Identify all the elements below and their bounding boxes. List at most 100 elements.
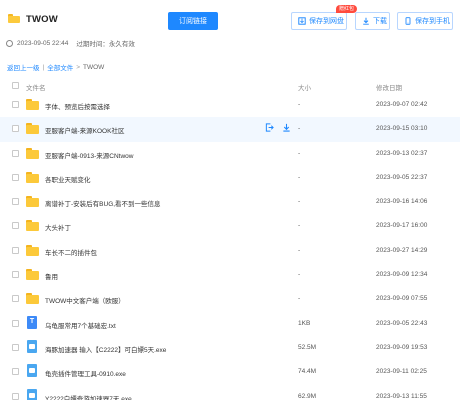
row-checkbox[interactable]	[12, 271, 19, 279]
file-date: 2023-09-05 22:37	[376, 173, 428, 181]
expire-time: 过期时间：永久有效	[76, 41, 135, 48]
file-name[interactable]: 乌龟服常用7个基础宏.txt	[45, 320, 116, 330]
row-download-icon[interactable]	[282, 123, 291, 132]
row-checkbox[interactable]	[12, 319, 19, 327]
folder-icon	[26, 196, 39, 208]
file-size: -	[298, 173, 301, 181]
save-to-cloud-label: 保存到网盘	[309, 18, 344, 25]
share-meta: 2023-09-05 22:44 过期时间：永久有效	[6, 38, 135, 48]
column-size[interactable]: 大小	[298, 82, 311, 92]
current-folder: TWOW	[83, 63, 105, 71]
table-row[interactable]: TWOW中文客户端（欧服） - 2023-09-09 07:55	[0, 287, 460, 311]
file-name[interactable]: 鲁用	[45, 271, 58, 281]
download-icon	[363, 17, 369, 25]
file-name[interactable]: 各职业天赋变化	[45, 174, 91, 184]
file-name[interactable]: 亚服客户端-来源KOOK社区	[45, 125, 124, 135]
row-checkbox[interactable]	[12, 246, 19, 254]
folder-icon	[26, 123, 39, 135]
file-date: 2023-09-13 02:37	[376, 149, 428, 157]
table-row[interactable]: 乌龟服常用7个基础宏.txt 1KB 2023-09-05 22:43	[0, 312, 460, 336]
row-checkbox[interactable]	[12, 173, 19, 181]
file-name[interactable]: 车长不二的插件包	[45, 247, 97, 257]
row-checkbox[interactable]	[12, 368, 19, 376]
table-row[interactable]: 亚服客户端-0913-来源CNtwow - 2023-09-13 02:37	[0, 142, 460, 166]
folder-icon	[26, 244, 39, 256]
table-row[interactable]: 离谱补丁-安装后有BUG,看不到一些信息 - 2023-09-16 14:06	[0, 190, 460, 214]
table-row[interactable]: 海豚加速器 输入【C2222】可白嫖5天.exe 52.5M 2023-09-09 …	[0, 336, 460, 360]
promo-badge: 赠红包	[336, 5, 358, 13]
phone-icon	[405, 17, 411, 25]
share-title: TWOW	[26, 14, 58, 25]
file-date: 2023-09-27 14:29	[376, 246, 428, 254]
column-name[interactable]: 文件名	[26, 82, 46, 92]
table-row[interactable]: 亚服客户端-来源KOOK社区 - 2023-09-15 03:10	[0, 117, 460, 142]
row-checkbox[interactable]	[12, 149, 19, 157]
file-list: 字体、预览后按需选择 - 2023-09-07 02:42 亚服客户端-来源KOOK社…	[0, 93, 460, 400]
file-name[interactable]: TWOW中文客户端（欧服）	[45, 295, 125, 305]
exe-file-icon	[27, 364, 37, 378]
folder-icon	[26, 99, 39, 110]
save-to-phone-button[interactable]: 保存到手机	[397, 12, 453, 30]
download-button[interactable]: 下载	[355, 12, 390, 30]
folder-icon	[8, 14, 20, 23]
file-size: -	[298, 295, 301, 303]
table-row[interactable]: 鲁用 - 2023-09-09 12:34	[0, 263, 460, 287]
file-name[interactable]: 亚服客户端-0913-来源CNtwow	[45, 150, 134, 160]
file-date: 2023-09-07 02:42	[376, 101, 428, 108]
row-checkbox[interactable]	[12, 295, 19, 303]
file-name[interactable]: 字体、预览后按需选择	[45, 101, 110, 111]
folder-icon	[26, 269, 39, 281]
row-checkbox[interactable]	[12, 125, 19, 133]
clock-icon	[6, 39, 13, 47]
file-name[interactable]: 海豚加速器 输入【C2222】可白嫖5天.exe	[45, 344, 166, 354]
file-date: 2023-09-09 19:53	[376, 343, 428, 351]
breadcrumb-arrow: >	[76, 63, 80, 71]
row-checkbox[interactable]	[12, 222, 19, 230]
all-files-link[interactable]: 全部文件	[47, 62, 73, 72]
breadcrumb: 返回上一级 | 全部文件 > TWOW	[7, 62, 105, 73]
share-header: TWOW 订阅链接 保存到网盘 赠红包 下载 保存到手机 2023-09-05 …	[0, 0, 460, 52]
created-time: 2023-09-05 22:44	[17, 39, 69, 47]
table-row[interactable]: 各职业天赋变化 - 2023-09-05 22:37	[0, 166, 460, 190]
file-size: 62.9M	[298, 392, 317, 400]
download-label: 下载	[373, 18, 387, 25]
table-row[interactable]: 龟壳插件管理工具-0910.exe 74.4M 2023-09-11 02:25	[0, 360, 460, 384]
file-name[interactable]: Y2222白嫖奇游加速器7天.exe	[45, 393, 132, 400]
file-size: -	[298, 149, 301, 157]
file-date: 2023-09-09 12:34	[376, 271, 428, 279]
back-link[interactable]: 返回上一级	[7, 62, 40, 72]
file-name[interactable]: 大头补丁	[45, 222, 71, 232]
file-date: 2023-09-09 07:55	[376, 295, 428, 303]
file-date: 2023-09-17 16:00	[376, 222, 428, 230]
file-size: -	[298, 271, 301, 279]
table-row[interactable]: Y2222白嫖奇游加速器7天.exe 62.9M 2023-09-13 11:55	[0, 385, 460, 400]
folder-icon	[26, 220, 39, 232]
exe-file-icon	[27, 339, 37, 353]
row-checkbox[interactable]	[12, 343, 19, 351]
file-name[interactable]: 离谱补丁-安装后有BUG,看不到一些信息	[45, 198, 161, 208]
subscribe-link-button[interactable]: 订阅链接	[168, 12, 218, 30]
row-checkbox[interactable]	[12, 392, 19, 400]
folder-icon	[26, 147, 39, 159]
table-row[interactable]: 车长不二的插件包 - 2023-09-27 14:29	[0, 239, 460, 263]
row-save-icon[interactable]	[265, 123, 274, 132]
file-size: -	[298, 101, 301, 108]
file-date: 2023-09-05 22:43	[376, 319, 428, 327]
folder-icon	[26, 293, 39, 305]
exe-file-icon	[27, 388, 37, 400]
file-date: 2023-09-13 11:55	[376, 392, 427, 400]
breadcrumb-separator: |	[42, 63, 45, 71]
save-to-phone-label: 保存到手机	[415, 18, 450, 25]
row-checkbox[interactable]	[12, 101, 19, 108]
file-date: 2023-09-16 14:06	[376, 198, 428, 206]
save-to-cloud-button[interactable]: 保存到网盘	[291, 12, 347, 30]
file-size: 1KB	[298, 319, 311, 327]
row-checkbox[interactable]	[12, 198, 19, 206]
table-row[interactable]: 字体、预览后按需选择 - 2023-09-07 02:42	[0, 93, 460, 117]
file-size: 52.5M	[298, 343, 317, 351]
table-row[interactable]: 大头补丁 - 2023-09-17 16:00	[0, 214, 460, 238]
column-date[interactable]: 修改日期	[376, 82, 402, 92]
file-size: -	[298, 125, 301, 133]
select-all-checkbox[interactable]	[12, 82, 19, 89]
file-name[interactable]: 龟壳插件管理工具-0910.exe	[45, 368, 126, 378]
